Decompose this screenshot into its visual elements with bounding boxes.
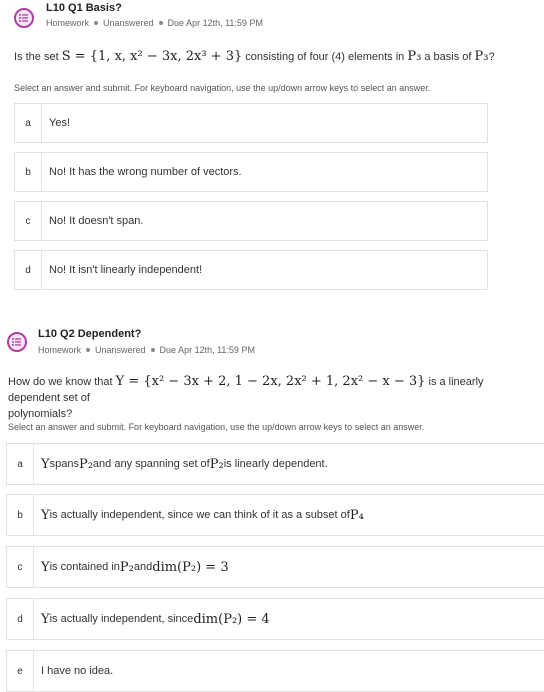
option-text: No! It has the wrong number of vectors. [49,166,242,178]
meta-status: Unanswered [103,18,154,28]
option-letter: d [15,251,42,289]
option-math: Y [41,456,50,472]
option-text-part: is actually independent, since we can th… [49,509,350,521]
option-text-part: and [133,561,153,573]
question-list-icon [7,332,27,352]
question-title[interactable]: L10 Q1 Basis? [46,2,122,14]
option-letter: c [15,202,42,240]
prompt-math: P₃ [474,49,489,64]
meta-status: Unanswered [95,345,146,355]
option-letter: d [7,599,34,639]
option-letter: b [15,153,42,191]
question-list-icon [14,8,34,28]
option-math: P₂ [209,456,224,472]
option-math: P₂ [119,559,134,575]
question-prompt: Is the set S = {1, x, x² − 3x, 2x³ + 3} … [14,49,534,65]
answer-option-e[interactable]: e I have no idea. [6,650,544,692]
prompt-math: S = {1, x, x² − 3x, 2x³ + 3} [61,49,243,64]
option-letter: e [7,651,34,691]
option-math: Y [41,507,50,523]
option-math: Y [41,611,50,627]
answer-option-c[interactable]: c Y is contained in P₂ and dim(P₂) = 3 [6,546,544,588]
prompt-text: ? [488,51,495,63]
option-text: Y is contained in P₂ and dim(P₂) = 3 [41,547,229,587]
meta-type: Homework [38,345,82,355]
select-hint: Select an answer and submit. For keyboar… [8,422,425,432]
option-math: Y [41,559,50,575]
option-text-part: is contained in [49,561,120,573]
answer-option-b[interactable]: b Y is actually independent, since we ca… [6,494,544,536]
answer-option-c[interactable]: c No! It doesn't span. [14,201,488,241]
option-letter: b [7,495,34,535]
answer-option-b[interactable]: b No! It has the wrong number of vectors… [14,152,488,192]
option-text-part: is actually independent, since [49,613,194,625]
meta-type: Homework [46,18,90,28]
option-text: Yes! [49,117,71,129]
option-text-part: and any spanning set of [92,458,210,470]
option-text: No! It doesn't span. [49,215,144,227]
option-math: P₄ [349,507,364,523]
prompt-math: P₃ [407,49,422,64]
option-text: Y is actually independent, since we can … [41,495,364,535]
meta-due: Due Apr 12th, 11:59 PM [159,345,255,355]
meta-due: Due Apr 12th, 11:59 PM [167,18,263,28]
prompt-text: polynomials? [8,408,73,420]
option-letter: c [7,547,34,587]
question-meta: Homework Unanswered Due Apr 12th, 11:59 PM [38,345,255,355]
answer-option-a[interactable]: a Y spans P₂ and any spanning set of P₂ … [6,443,544,485]
option-text: No! It isn't linearly independent! [49,264,203,276]
answer-option-a[interactable]: a Yes! [14,103,488,143]
option-text-part: spans [49,458,79,470]
prompt-text: Is the set [14,51,62,63]
answer-option-d[interactable]: d Y is actually independent, since dim(P… [6,598,544,640]
question-meta: Homework Unanswered Due Apr 12th, 11:59 PM [46,18,263,28]
question-prompt: How do we know that Y = {x² − 3x + 2, 1 … [8,374,538,422]
option-letter: a [15,104,42,142]
prompt-text: How do we know that [8,376,116,388]
prompt-text: a basis of [421,51,475,63]
option-letter: a [7,444,34,484]
option-text-part: is linearly dependent. [223,458,328,470]
option-text: Y spans P₂ and any spanning set of P₂ is… [41,444,328,484]
answer-option-d[interactable]: d No! It isn't linearly independent! [14,250,488,290]
select-hint: Select an answer and submit. For keyboar… [14,83,431,93]
option-text: I have no idea. [41,665,114,677]
question-title[interactable]: L10 Q2 Dependent? [38,328,141,340]
option-text: Y is actually independent, since dim(P₂)… [41,599,270,639]
prompt-math: Y = {x² − 3x + 2, 1 − 2x, 2x² + 1, 2x² −… [115,374,426,389]
option-math: dim(P₂) = 4 [193,611,270,627]
prompt-text: consisting of four (4) elements in [242,51,408,63]
option-math: dim(P₂) = 3 [152,559,229,575]
option-math: P₂ [78,456,93,472]
